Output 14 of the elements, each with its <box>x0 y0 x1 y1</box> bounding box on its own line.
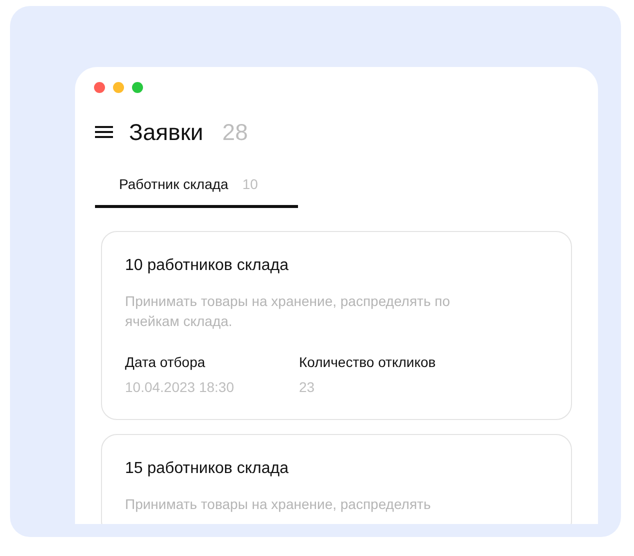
page-title: Заявки <box>129 118 204 147</box>
field-value: 23 <box>299 378 316 397</box>
card-description: Принимать товары на хранение, распределять <box>125 495 432 514</box>
category-tab[interactable]: Работник склада 10 <box>95 174 298 208</box>
field-label: Дата отбора <box>125 353 206 372</box>
request-card[interactable]: 10 работников склада Принимать товары на хранение, распределять по ячейкам склада. Дата отбора 10.04.2023 18:30 Количество откликов 23 <box>101 231 572 420</box>
card-title: 10 работников склада <box>125 256 290 276</box>
card-description: Принимать товары на хранение, распределять по ячейкам склада. <box>125 292 452 331</box>
total-count: 28 <box>222 118 248 147</box>
field-label: Количество откликов <box>299 353 437 372</box>
field-value: 10.04.2023 18:30 <box>125 378 235 397</box>
menu-icon[interactable] <box>95 126 113 138</box>
card-title: 15 работников склада <box>125 459 290 479</box>
request-card[interactable]: 15 работников склада Принимать товары на хранение, распределять <box>101 434 572 524</box>
